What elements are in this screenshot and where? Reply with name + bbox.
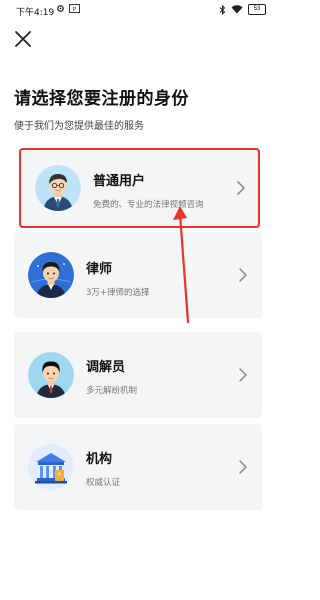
institution-building-icon xyxy=(28,444,74,490)
option-title: 调解员 xyxy=(86,360,126,375)
user-avatar-icon xyxy=(35,165,81,211)
chevron-right-icon xyxy=(239,460,247,474)
lawyer-avatar-icon xyxy=(28,252,74,298)
option-card-regular-user[interactable]: 普通用户 免费的、专业的法律视频咨询 xyxy=(19,148,260,228)
close-icon xyxy=(15,31,31,47)
page-subtitle: 便于我们为您提供最佳的服务 xyxy=(14,121,144,132)
option-title: 律师 xyxy=(86,262,113,277)
close-button[interactable] xyxy=(10,26,36,52)
page-title: 请选择您要注册的身份 xyxy=(14,89,189,109)
option-title: 机构 xyxy=(86,452,113,467)
chevron-right-icon xyxy=(239,268,247,282)
chevron-right-icon xyxy=(237,181,245,195)
option-card-lawyer[interactable]: 律师 3万+律师的选择 xyxy=(14,232,262,318)
status-time: 下午4:19 xyxy=(16,8,55,18)
annotation-arrow-icon xyxy=(173,206,190,324)
option-card-institution[interactable]: 机构 权威认证 xyxy=(14,424,262,510)
svg-text:P: P xyxy=(73,7,77,13)
wifi-icon xyxy=(231,5,243,14)
chevron-right-icon xyxy=(239,368,247,382)
mediator-avatar-icon xyxy=(28,352,74,398)
option-title: 普通用户 xyxy=(93,174,146,189)
battery-icon: 53 xyxy=(248,4,266,15)
message-icon: P xyxy=(69,4,80,13)
settings-icon xyxy=(57,5,64,12)
bluetooth-icon xyxy=(219,4,226,15)
option-description: 权威认证 xyxy=(86,478,121,488)
option-description: 多元解纷机制 xyxy=(86,386,138,396)
status-bar: 下午4:19 P 53 xyxy=(0,0,276,22)
option-description: 3万+律师的选择 xyxy=(86,288,150,298)
option-card-mediator[interactable]: 调解员 多元解纷机制 xyxy=(14,332,262,418)
